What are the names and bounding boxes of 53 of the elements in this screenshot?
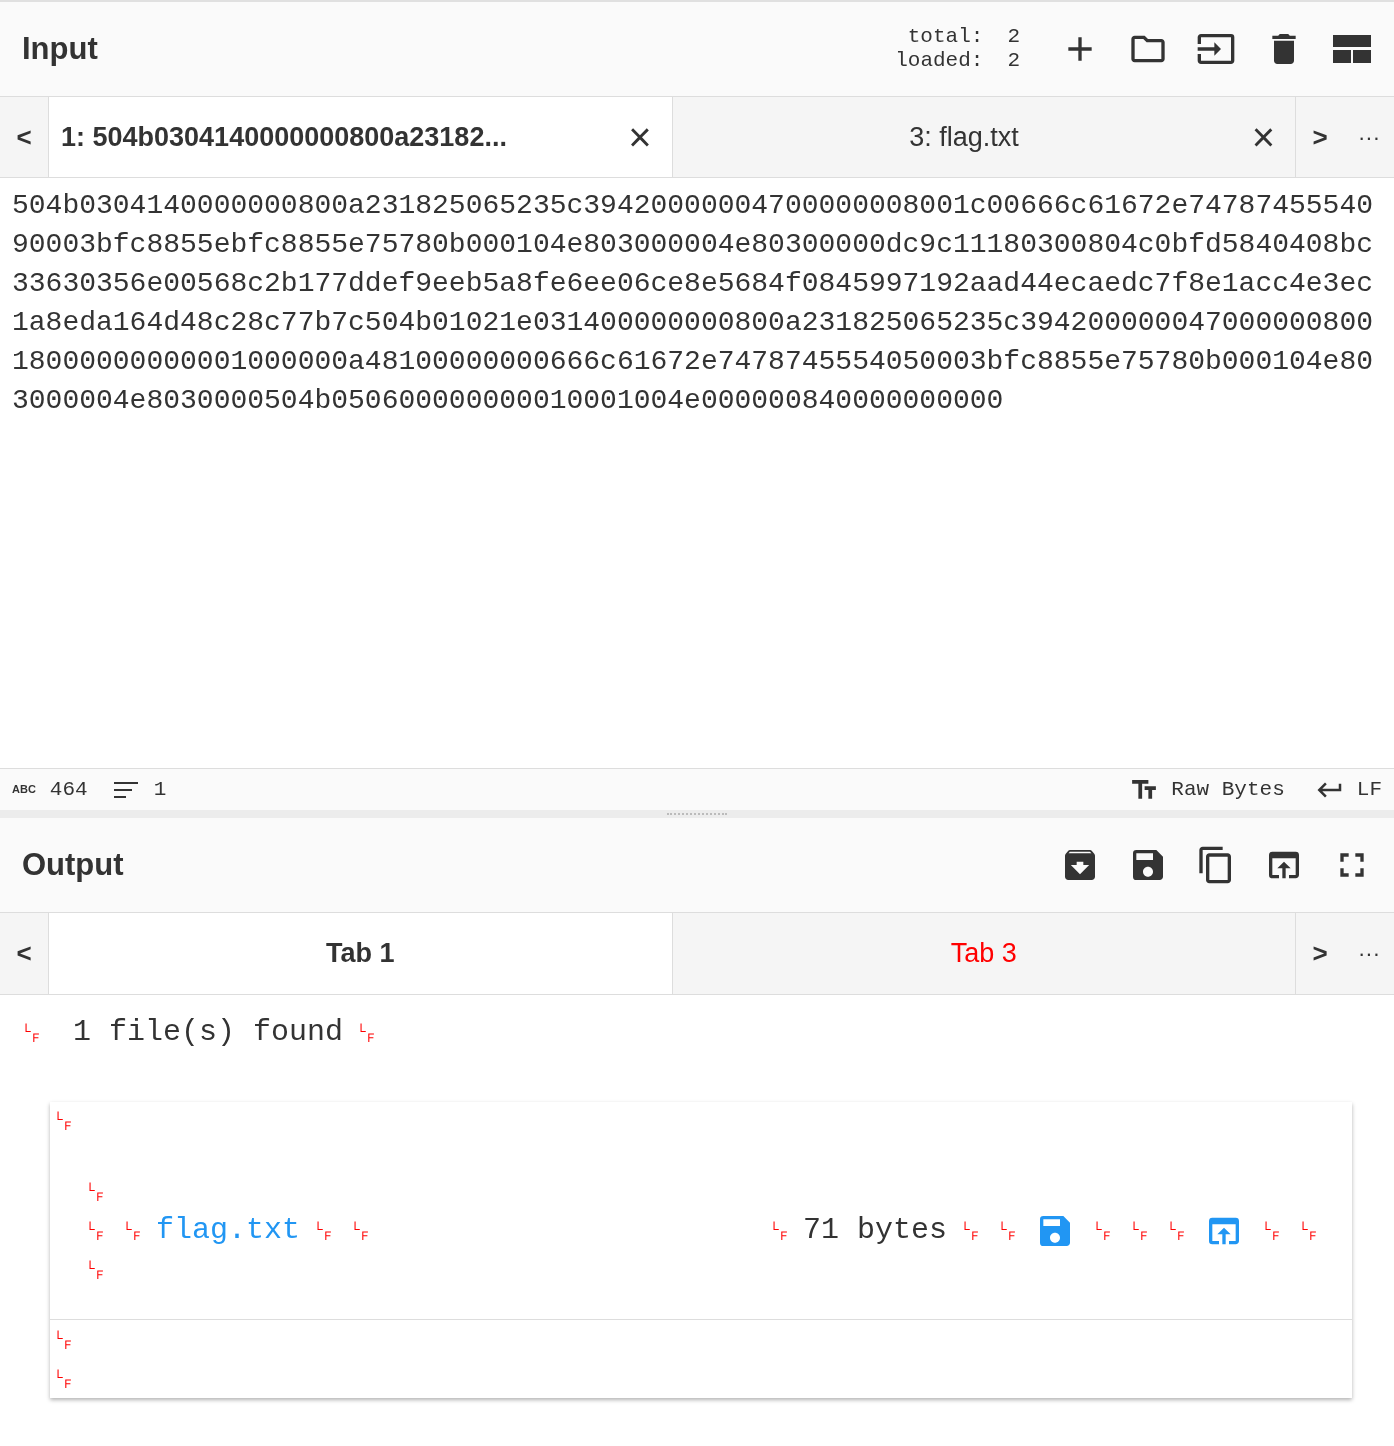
layout-icon[interactable]: [1332, 34, 1372, 64]
tab-label: 3: flag.txt: [908, 120, 1020, 154]
resize-handle[interactable]: [0, 810, 1394, 818]
input-tab[interactable]: 1: 504b0304140000000800a23182... ×: [48, 97, 672, 177]
line-feed-mark: ␊: [347, 1213, 375, 1248]
line-feed-mark: ␊: [765, 1213, 793, 1248]
text-line: 33630356e00568c2b177ddef9eeb5a8fe6ee06ce8e5684f0845997192aad44ecaedc7f8e1acc4e3ec: [12, 267, 1374, 301]
text-line: 504b0304140000000800a231825065235c39420000004700000008001c00666c61672e74787455540: [12, 189, 1374, 223]
line-feed-mark: ␊: [1295, 1213, 1322, 1248]
line-feed-mark: ␊: [1163, 1213, 1190, 1248]
line-feed-mark: ␊: [353, 1015, 381, 1050]
line-feed-mark: ␊: [1126, 1213, 1153, 1248]
lines-value: 1: [153, 776, 167, 803]
count-label: loaded:: [895, 49, 984, 73]
text-line: 18000000000001000000a48100000000666c61672e7478745554050003bfc8855e75780b000104e80: [12, 345, 1374, 379]
encoding-value[interactable]: Raw Bytes: [1171, 773, 1285, 806]
line-feed-mark: ␊: [994, 1213, 1021, 1248]
more-tabs-button[interactable]: ···: [1344, 120, 1394, 154]
output-tab[interactable]: Tab 1: [48, 913, 672, 994]
text-line: 3000004e8030000504b050600000000010001004e000000840000000000: [12, 384, 1004, 418]
output-text: 71 bytes: [802, 1212, 947, 1249]
close-tab-button[interactable]: ×: [620, 117, 660, 157]
close-tab-button[interactable]: ×: [1243, 117, 1283, 157]
line-feed-mark: ␊: [50, 1322, 77, 1357]
count-label: total:: [906, 25, 984, 49]
panel-title: Input: [22, 29, 98, 68]
line-feed-mark: ␊: [957, 1213, 984, 1248]
text-line: 90003bfc8855ebfc8855e75780b000104e803000004e80300000dc9c11180300804c0bfd5840408bc: [12, 228, 1374, 262]
tab-label: 1: 504b0304140000000800a23182...: [61, 120, 508, 154]
previous-tab-button[interactable]: <: [0, 97, 48, 177]
line-feed-mark: ␊: [1089, 1213, 1116, 1248]
line-feed-mark: ␊: [18, 1015, 45, 1050]
panel-title: Output: [22, 845, 124, 884]
more-tabs-button[interactable]: ···: [1344, 937, 1394, 970]
output-text: 1 file(s) found: [72, 1014, 344, 1051]
line-feed-mark: ␊: [310, 1213, 338, 1248]
text-line: 1a8eda164d48c28c77b7c504b01021e031400000000800a231825065235c394200000047000000800: [12, 306, 1374, 340]
next-tab-button[interactable]: >: [1296, 97, 1344, 177]
eol-value[interactable]: LF: [1356, 773, 1382, 806]
count-value: 2: [1007, 25, 1020, 49]
line-feed-mark: ␊: [119, 1213, 146, 1248]
previous-tab-button[interactable]: <: [0, 913, 48, 994]
line-feed-mark: ␊: [82, 1252, 109, 1287]
line-feed-mark: ␊: [1258, 1213, 1285, 1248]
line-feed-mark: ␊: [50, 1104, 77, 1138]
length-value: 464: [49, 776, 88, 803]
count-value: 2: [1007, 49, 1020, 73]
lines-icon: [113, 781, 138, 798]
line-feed-mark: ␊: [82, 1213, 109, 1248]
abc-label: ABC: [12, 782, 36, 798]
next-tab-button[interactable]: >: [1296, 913, 1344, 994]
line-feed-mark: ␊: [82, 1174, 109, 1209]
line-feed-mark: ␊: [50, 1361, 77, 1396]
